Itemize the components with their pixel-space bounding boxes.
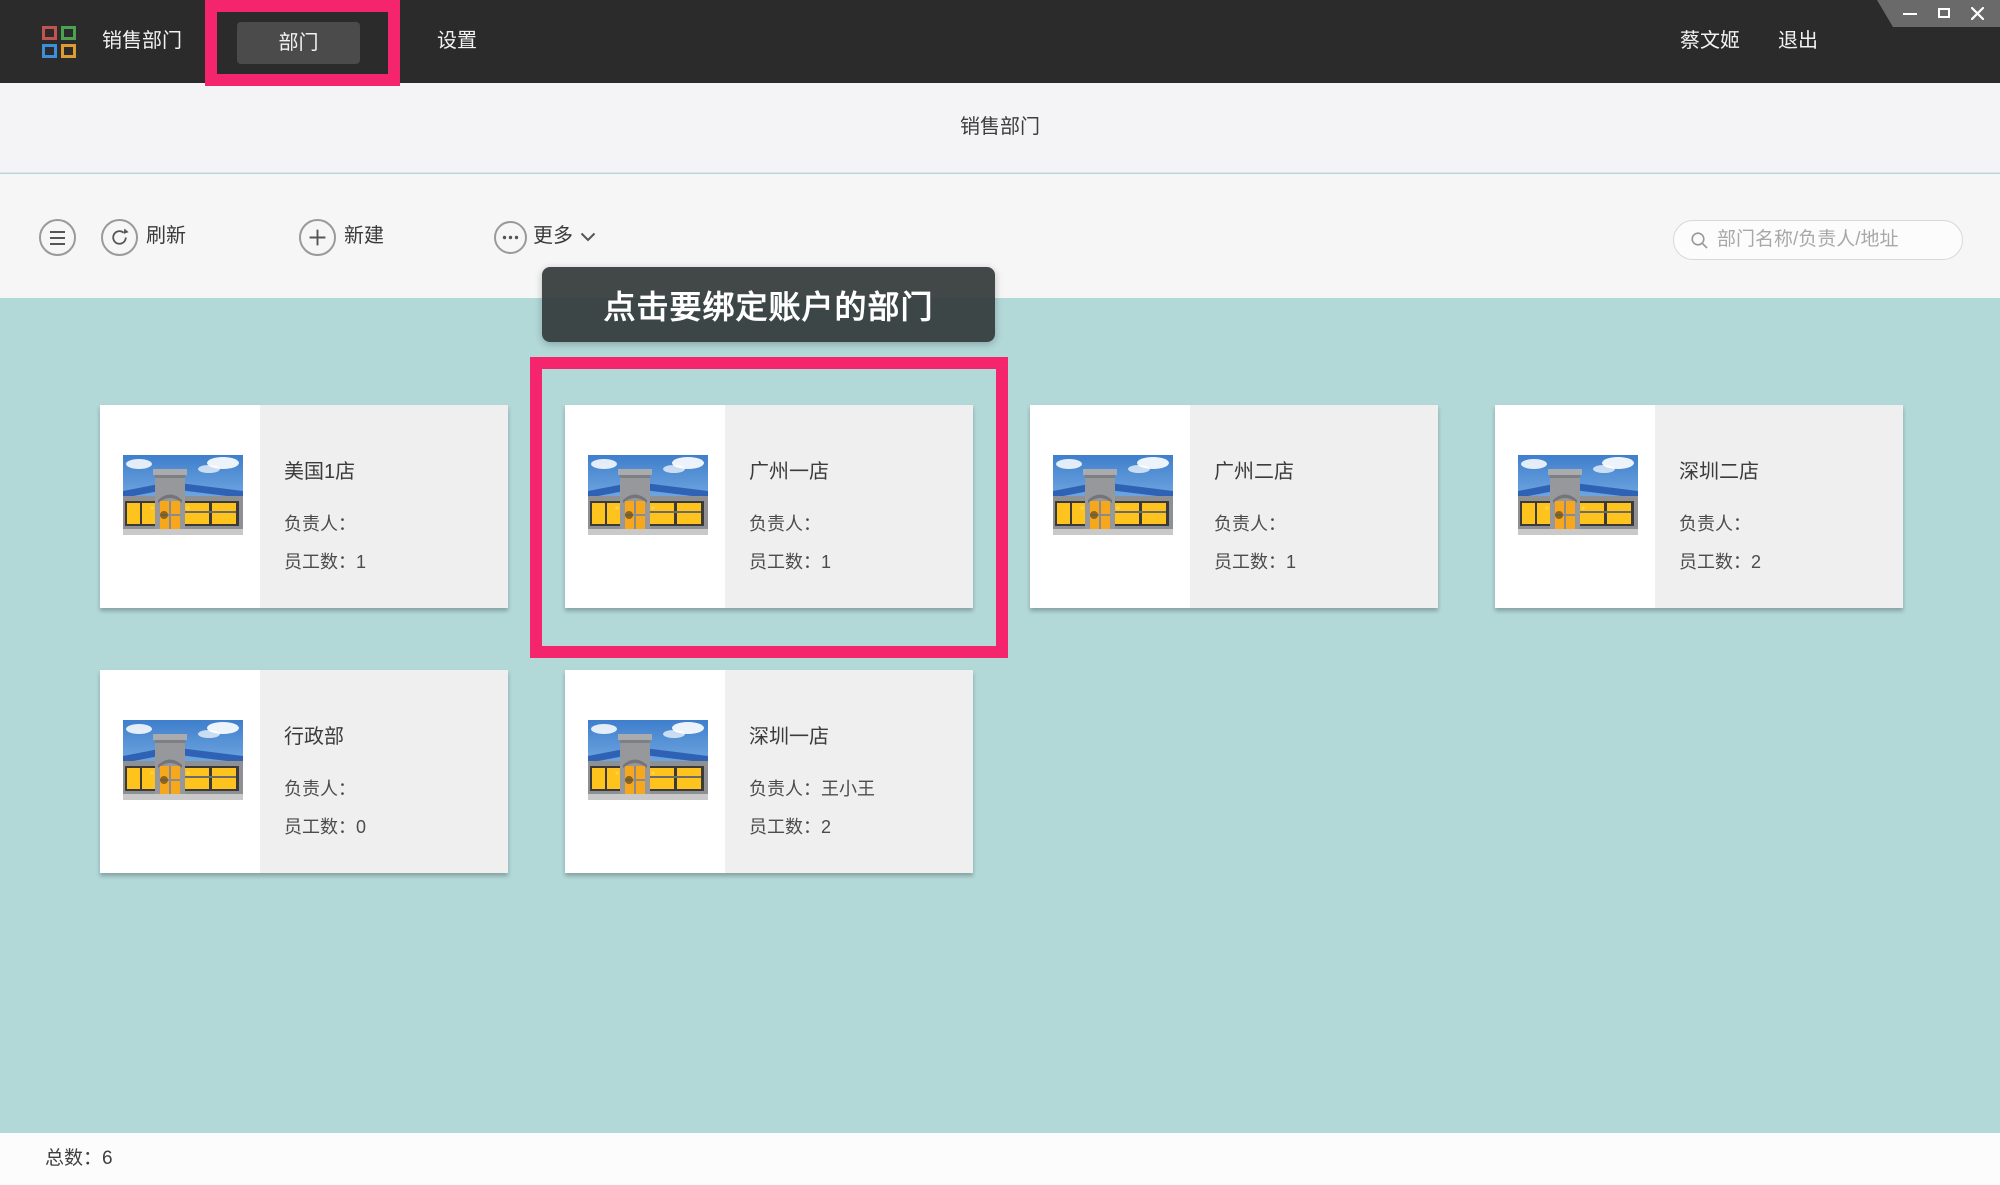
topbar: 销售部门 部门 设置 蔡文姬 退出	[0, 0, 2000, 83]
staff-field: 员工数：0	[284, 813, 366, 839]
manager-field: 负责人：	[284, 775, 356, 801]
staff-field: 员工数：1	[749, 548, 831, 574]
department-photo-panel	[100, 670, 260, 873]
logout-button[interactable]: 退出	[1778, 0, 1818, 83]
staff-value: 0	[356, 817, 366, 837]
app-name: 销售部门	[102, 0, 182, 83]
maximize-icon[interactable]	[1933, 0, 1955, 27]
more-label[interactable]: 更多	[533, 174, 573, 298]
department-photo-panel	[565, 670, 725, 873]
staff-value: 2	[1751, 552, 1761, 572]
department-info: 深圳一店 负责人：王小王 员工数：2	[725, 670, 973, 873]
storefront-image	[588, 455, 708, 535]
staff-field: 员工数：1	[1214, 548, 1296, 574]
plus-icon	[308, 228, 327, 247]
user-name[interactable]: 蔡文姬	[1680, 0, 1740, 83]
total-count: 总数：6	[45, 1133, 113, 1185]
storefront-image	[123, 720, 243, 800]
storefront-image	[1053, 455, 1173, 535]
close-icon[interactable]	[1967, 0, 1989, 27]
toolbar: 刷新 新建 更多	[0, 174, 2000, 298]
department-info: 行政部 负责人： 员工数：0	[260, 670, 508, 873]
staff-value: 1	[821, 552, 831, 572]
department-name: 广州二店	[1214, 455, 1294, 484]
staff-value: 1	[1286, 552, 1296, 572]
hamburger-icon	[50, 231, 65, 245]
department-name: 美国1店	[284, 455, 355, 484]
refresh-label[interactable]: 刷新	[146, 174, 186, 298]
search-icon	[1690, 231, 1709, 250]
staff-field: 员工数：1	[284, 548, 366, 574]
search-box	[1673, 220, 1963, 260]
department-card[interactable]: 深圳二店 负责人： 员工数：2	[1495, 405, 1903, 608]
refresh-icon	[109, 227, 130, 248]
logo-square-green	[61, 26, 76, 40]
staff-field: 员工数：2	[1679, 548, 1761, 574]
manager-field: 负责人：	[1679, 510, 1751, 536]
manager-field: 负责人：	[284, 510, 356, 536]
list-menu-button[interactable]	[39, 219, 76, 256]
refresh-button[interactable]	[101, 219, 138, 256]
department-card[interactable]: 深圳一店 负责人：王小王 员工数：2	[565, 670, 973, 873]
tab-department[interactable]: 部门	[237, 22, 360, 64]
logo-square-red	[42, 26, 57, 40]
department-name: 行政部	[284, 720, 344, 749]
tab-settings[interactable]: 设置	[437, 0, 477, 83]
department-info: 广州一店 负责人： 员工数：1	[725, 405, 973, 608]
manager-field: 负责人：王小王	[749, 775, 875, 801]
storefront-image	[1518, 455, 1638, 535]
window-controls	[1877, 0, 2000, 27]
department-photo-panel	[1495, 405, 1655, 608]
chevron-down-icon[interactable]	[580, 232, 596, 242]
status-bar: 总数：6	[0, 1133, 2000, 1185]
app-window: 销售部门 部门 设置 蔡文姬 退出 销售部门 刷新	[0, 0, 2000, 1185]
page-title: 销售部门	[0, 83, 2000, 172]
total-value: 6	[102, 1148, 113, 1169]
department-photo-panel	[565, 405, 725, 608]
ellipsis-icon	[502, 235, 519, 240]
logo-square-blue	[42, 44, 57, 58]
storefront-image	[588, 720, 708, 800]
department-info: 美国1店 负责人： 员工数：1	[260, 405, 508, 608]
storefront-image	[123, 455, 243, 535]
staff-value: 1	[356, 552, 366, 572]
manager-value: 王小王	[821, 779, 875, 799]
department-card[interactable]: 广州一店 负责人： 员工数：1	[565, 405, 973, 608]
department-card[interactable]: 行政部 负责人： 员工数：0	[100, 670, 508, 873]
new-button[interactable]	[299, 219, 336, 256]
app-logo-icon[interactable]	[42, 26, 78, 60]
minimize-icon[interactable]	[1899, 0, 1921, 27]
staff-value: 2	[821, 817, 831, 837]
new-label[interactable]: 新建	[344, 174, 384, 298]
staff-field: 员工数：2	[749, 813, 831, 839]
department-info: 深圳二店 负责人： 员工数：2	[1655, 405, 1903, 608]
more-button[interactable]	[494, 221, 527, 254]
total-label: 总数：	[45, 1148, 102, 1169]
department-card[interactable]: 广州二店 负责人： 员工数：1	[1030, 405, 1438, 608]
department-name: 广州一店	[749, 455, 829, 484]
subheader: 销售部门	[0, 83, 2000, 173]
content-area: 美国1店 负责人： 员工数：1	[0, 298, 2000, 1128]
department-name: 深圳一店	[749, 720, 829, 749]
logo-square-orange	[61, 44, 76, 58]
department-photo-panel	[1030, 405, 1190, 608]
manager-field: 负责人：	[1214, 510, 1286, 536]
department-photo-panel	[100, 405, 260, 608]
search-input[interactable]	[1717, 229, 1950, 251]
department-card[interactable]: 美国1店 负责人： 员工数：1	[100, 405, 508, 608]
department-name: 深圳二店	[1679, 455, 1759, 484]
manager-field: 负责人：	[749, 510, 821, 536]
department-info: 广州二店 负责人： 员工数：1	[1190, 405, 1438, 608]
